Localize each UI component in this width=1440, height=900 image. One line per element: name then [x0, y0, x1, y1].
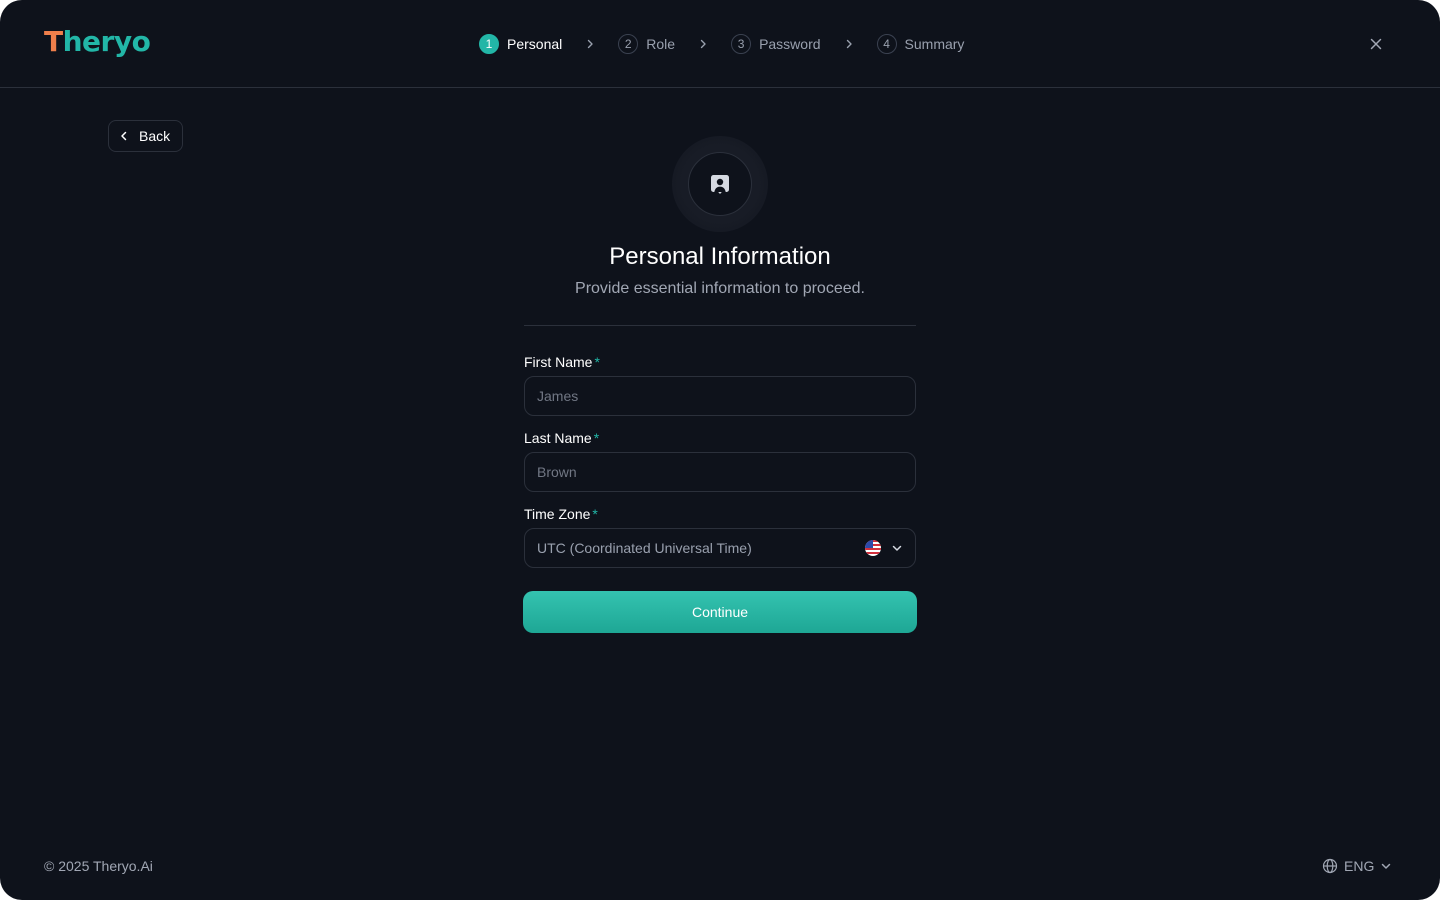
- back-label: Back: [139, 128, 171, 144]
- time-zone-select[interactable]: UTC (Coordinated Universal Time): [524, 528, 916, 568]
- step-number: 3: [731, 34, 752, 54]
- last-name-label: Last Name *: [524, 430, 600, 446]
- theryo-logo: Theryo: [44, 25, 151, 58]
- globe-icon: [1322, 858, 1338, 874]
- required-mark: *: [594, 354, 600, 370]
- page-title: Personal Information: [609, 243, 831, 270]
- first-name-label: First Name *: [524, 354, 600, 370]
- step-number: 2: [618, 34, 639, 54]
- step-label: Role: [646, 36, 676, 52]
- chevron-down-icon: [1382, 863, 1391, 869]
- header: Theryo 1 Personal 2 Role 3 Password 4 Su…: [0, 0, 1440, 88]
- onboarding-window: Theryo 1 Personal 2 Role 3 Password 4 Su…: [0, 0, 1440, 900]
- first-name-field[interactable]: [524, 376, 916, 416]
- user-square-icon: [711, 175, 729, 194]
- step-label: Password: [759, 36, 821, 52]
- copyright: © 2025 Theryo.Ai: [44, 858, 153, 874]
- step-number: 4: [876, 34, 897, 54]
- step-label: Summary: [904, 36, 965, 52]
- close-icon: [1370, 38, 1382, 50]
- time-zone-label: Time Zone *: [524, 506, 598, 522]
- back-button[interactable]: Back: [108, 120, 183, 152]
- chevron-right-icon: [582, 36, 598, 52]
- chevron-down-icon: [892, 545, 902, 551]
- hero-icon-ring: [672, 136, 768, 232]
- divider: [524, 325, 916, 326]
- continue-button[interactable]: Continue: [523, 591, 917, 633]
- chevron-right-icon: [841, 36, 857, 52]
- language-label: ENG: [1344, 858, 1375, 874]
- chevron-right-icon: [695, 36, 711, 52]
- us-flag-icon: [865, 540, 881, 556]
- step-password[interactable]: 3 Password: [731, 32, 821, 56]
- chevron-left-icon: [121, 131, 127, 141]
- step-number: 1: [479, 34, 499, 54]
- required-mark: *: [593, 430, 600, 446]
- step-label: Personal: [507, 36, 563, 52]
- language-selector[interactable]: ENG: [1322, 856, 1392, 876]
- required-mark: *: [592, 506, 598, 522]
- time-zone-value: UTC (Coordinated Universal Time): [537, 540, 752, 556]
- step-personal[interactable]: 1 Personal: [479, 32, 562, 56]
- stepper: 1 Personal 2 Role 3 Password 4 Summary: [479, 32, 964, 56]
- step-role[interactable]: 2 Role: [618, 32, 675, 56]
- step-summary[interactable]: 4 Summary: [876, 32, 965, 56]
- close-button[interactable]: [1366, 34, 1386, 54]
- page-subtitle: Provide essential information to proceed…: [575, 280, 865, 297]
- last-name-field[interactable]: [524, 452, 916, 492]
- hero-icon-badge: [688, 152, 752, 216]
